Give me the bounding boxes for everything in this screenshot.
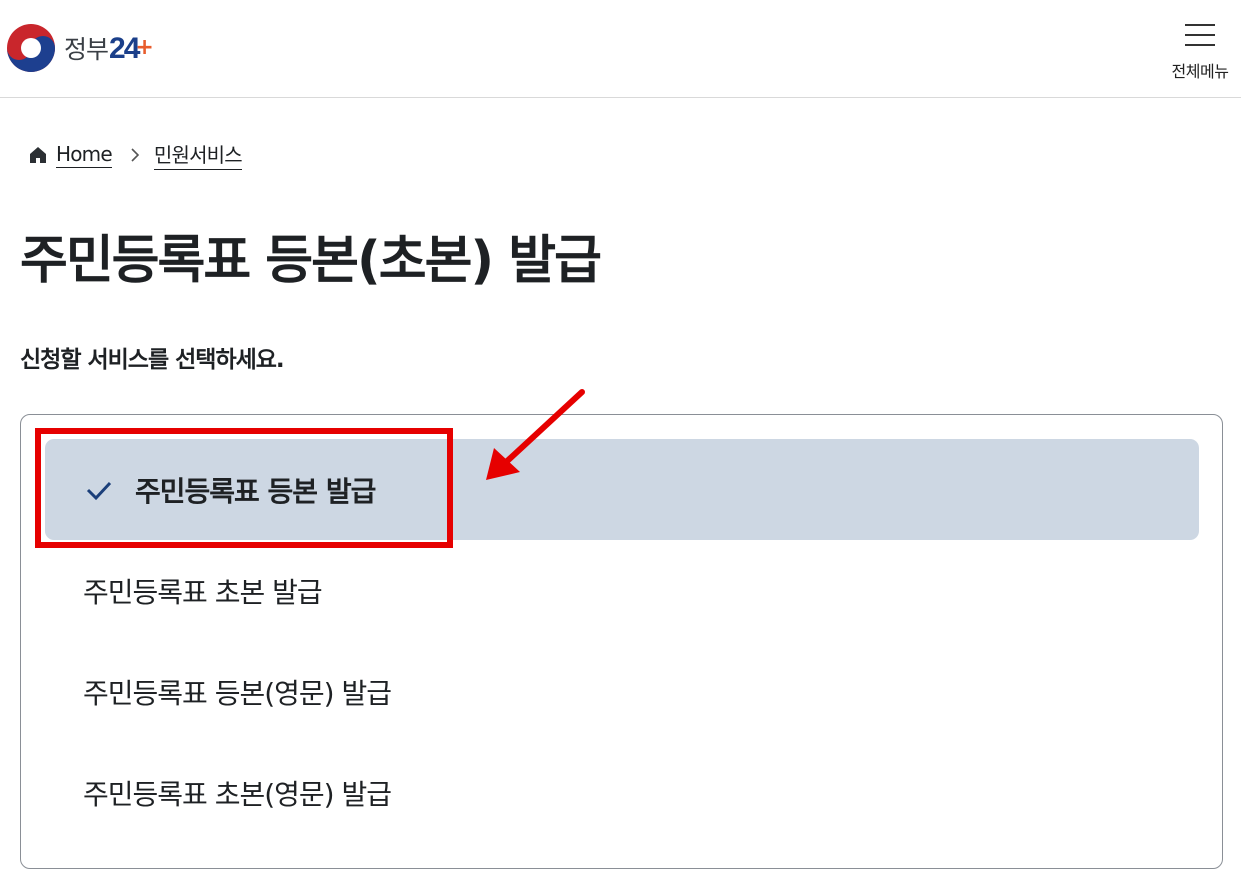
option-label: 주민등록표 등본(영문) 발급 bbox=[83, 676, 392, 710]
option-label: 주민등록표 초본(영문) 발급 bbox=[83, 777, 392, 811]
check-icon bbox=[86, 481, 112, 500]
all-menu-label: 전체메뉴 bbox=[1171, 62, 1229, 81]
option-resident-register-copy[interactable]: 주민등록표 등본 발급 bbox=[45, 439, 1199, 540]
option-label: 주민등록표 초본 발급 bbox=[83, 575, 323, 609]
logo-number: 24 bbox=[109, 32, 140, 65]
home-icon bbox=[30, 146, 46, 163]
site-header: 정부 24 + 전체메뉴 bbox=[0, 0, 1241, 98]
logo-text: 정부 bbox=[64, 35, 109, 64]
option-resident-register-abstract-english[interactable]: 주민등록표 초본(영문) 발급 bbox=[45, 742, 1199, 843]
option-label: 주민등록표 등본 발급 bbox=[135, 474, 376, 508]
breadcrumb-current-link[interactable]: 민원서비스 bbox=[153, 139, 243, 170]
option-resident-register-copy-english[interactable]: 주민등록표 등본(영문) 발급 bbox=[45, 641, 1199, 742]
gov24-logo[interactable]: 정부 24 + bbox=[6, 23, 154, 73]
logo-wordmark: 정부 24 + bbox=[64, 30, 154, 66]
logo-plus: + bbox=[135, 35, 153, 60]
breadcrumb-home-link[interactable]: Home bbox=[56, 142, 113, 168]
service-select-prompt: 신청할 서비스를 선택하세요. bbox=[20, 347, 285, 373]
hamburger-menu-icon bbox=[1185, 24, 1215, 46]
option-resident-register-abstract[interactable]: 주민등록표 초본 발급 bbox=[45, 540, 1199, 641]
page-title: 주민등록표 등본(초본) 발급 bbox=[20, 231, 602, 291]
chevron-right-icon bbox=[131, 147, 140, 162]
service-option-list: 주민등록표 등본 발급 주민등록표 초본 발급 주민등록표 등본(영문) 발급 … bbox=[20, 414, 1223, 869]
breadcrumb: Home 민원서비스 bbox=[28, 139, 243, 170]
all-menu-button[interactable]: 전체메뉴 bbox=[1165, 24, 1235, 82]
taegeuk-logo-icon bbox=[7, 24, 55, 72]
